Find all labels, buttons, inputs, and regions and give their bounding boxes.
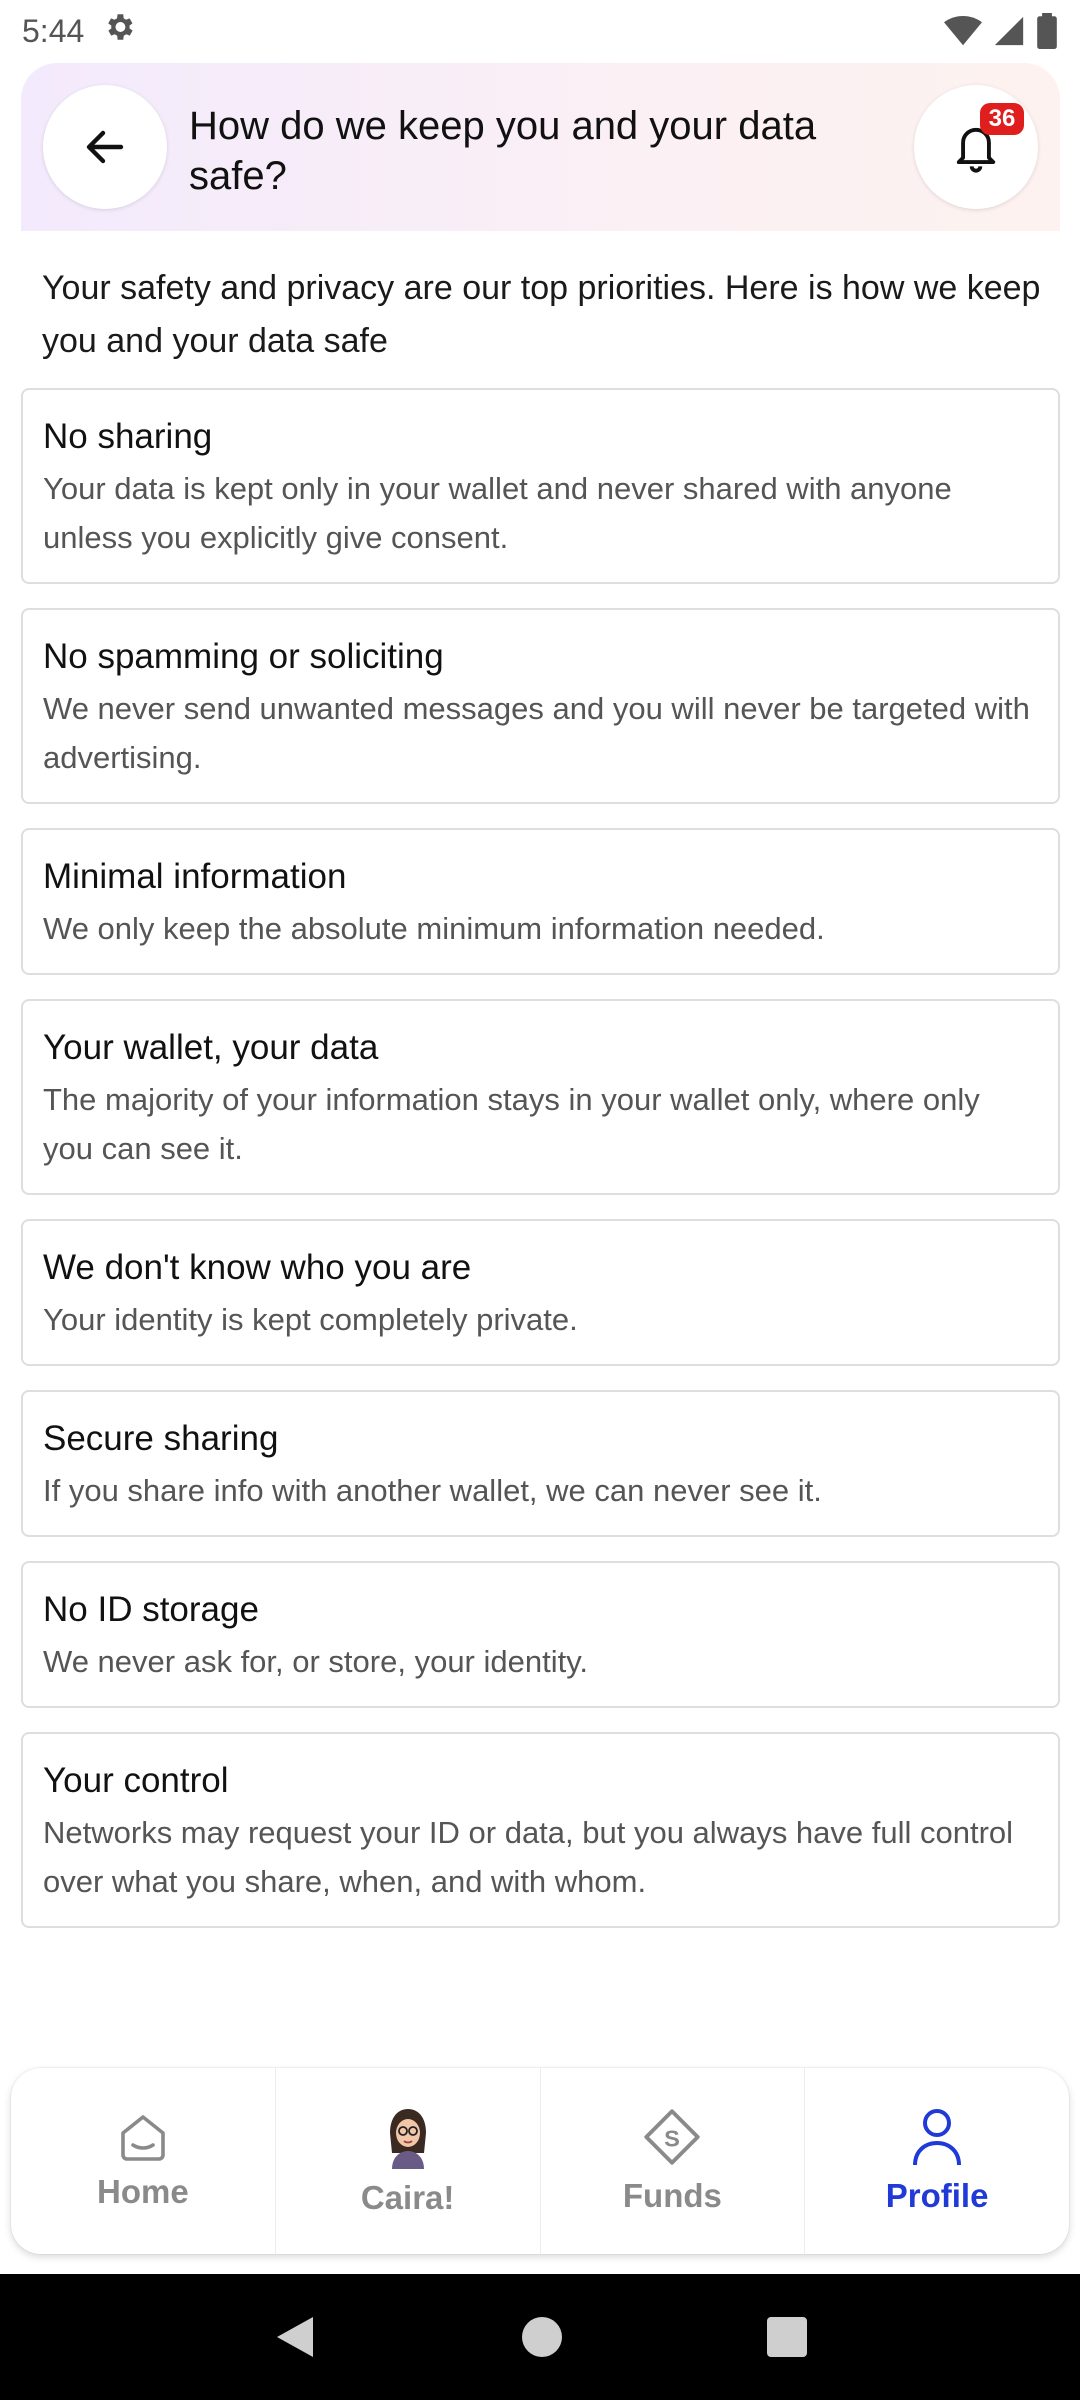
card-description: Your identity is kept completely private… [43,1302,578,1337]
nav-funds[interactable]: S Funds [541,2068,806,2254]
battery-icon [1037,13,1057,49]
bottom-nav: Home Caira! S Funds Profile [11,2068,1069,2254]
card-description: We never send unwanted messages and you … [43,691,1030,775]
safety-card: No ID storage We never ask for, or store… [21,1561,1060,1708]
funds-coin-icon: S [644,2109,701,2165]
wifi-icon [944,15,982,46]
card-title: Your control [43,1761,229,1800]
settings-gear-icon [102,10,136,52]
notifications-button[interactable]: 36 [914,85,1038,209]
card-title: Minimal information [43,857,347,896]
safety-card: Minimal information We only keep the abs… [21,828,1060,975]
system-home-icon[interactable] [521,2317,562,2357]
status-bar: 5:44 [0,0,1080,62]
card-title: We don't know who you are [43,1248,472,1287]
card-description: The majority of your information stays i… [43,1082,980,1166]
notification-badge: 36 [980,103,1024,135]
card-title: No sharing [43,417,213,456]
safety-list: No sharing Your data is kept only in you… [21,388,1060,1952]
safety-card: We don't know who you are Your identity … [21,1219,1060,1366]
arrow-left-icon [86,130,124,164]
svg-text:S: S [665,2126,681,2152]
page-header: How do we keep you and your data safe? 3… [21,63,1060,231]
back-button[interactable] [43,85,167,209]
nav-caira[interactable]: Caira! [276,2068,541,2254]
nav-funds-label: Funds [622,2177,722,2214]
nav-caira-label: Caira! [360,2179,455,2216]
nav-home-label: Home [97,2173,189,2210]
system-back-icon[interactable] [273,2313,317,2361]
safety-card: Secure sharing If you share info with an… [21,1390,1060,1537]
home-icon [121,2115,165,2161]
system-recents-icon[interactable] [767,2317,808,2357]
card-title: No ID storage [43,1590,259,1629]
status-time: 5:44 [22,12,85,49]
page-title: How do we keep you and your data safe? [189,104,817,198]
card-description: We only keep the absolute minimum inform… [43,911,825,946]
card-description: We never ask for, or store, your identit… [43,1644,589,1679]
card-title: Your wallet, your data [43,1028,379,1067]
intro-text: Your safety and privacy are our top prio… [42,269,1041,360]
system-nav-bar [0,2274,1080,2400]
card-title: No spamming or soliciting [43,637,444,676]
card-description: Your data is kept only in your wallet an… [43,471,952,555]
caira-avatar-icon [389,2109,426,2169]
profile-person-icon [913,2109,962,2166]
card-title: Secure sharing [43,1419,279,1458]
status-icons [944,13,1058,49]
nav-profile[interactable]: Profile [805,2068,1069,2254]
safety-card: No sharing Your data is kept only in you… [21,388,1060,584]
safety-card: Your wallet, your data The majority of y… [21,999,1060,1195]
card-description: Networks may request your ID or data, bu… [43,1815,1014,1899]
card-description: If you share info with another wallet, w… [43,1473,822,1508]
safety-card: Your control Networks may request your I… [21,1732,1060,1928]
nav-home[interactable]: Home [11,2068,276,2254]
safety-card: No spamming or soliciting We never send … [21,608,1060,804]
cellular-signal-icon [994,16,1024,46]
nav-profile-label: Profile [885,2177,989,2214]
